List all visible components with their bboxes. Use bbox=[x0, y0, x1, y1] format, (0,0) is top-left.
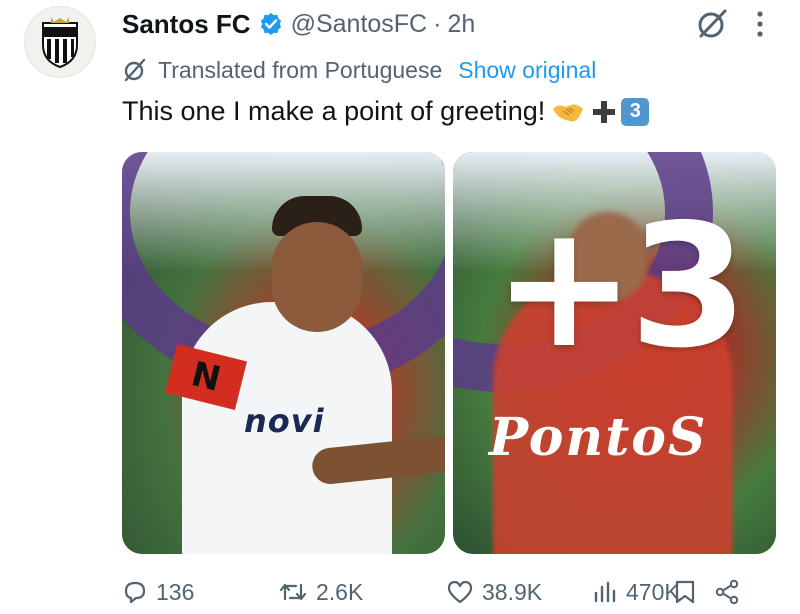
repost-icon bbox=[279, 583, 307, 601]
photo-player-celebration[interactable]: N novi bbox=[122, 152, 445, 554]
pontos-overlay: PontoS bbox=[489, 407, 708, 468]
avatar[interactable] bbox=[24, 6, 96, 78]
action-bar: 136 2.6K 38.9K 470K bbox=[122, 572, 776, 612]
media-gallery: N novi +3 PontoS bbox=[122, 152, 776, 554]
share-icon bbox=[715, 579, 739, 605]
reply-icon bbox=[124, 581, 146, 604]
plus-three-overlay: +3 bbox=[493, 188, 748, 386]
bookmark-button[interactable] bbox=[674, 579, 704, 605]
timestamp[interactable]: 2h bbox=[447, 10, 475, 39]
verified-badge-icon bbox=[259, 12, 283, 36]
translate-icon bbox=[122, 57, 148, 83]
santos-crest-icon bbox=[42, 17, 78, 69]
repost-count: 2.6K bbox=[316, 578, 364, 605]
player-head bbox=[272, 222, 362, 332]
views-chart-icon bbox=[594, 581, 616, 603]
tweet-text-body: This one I make a point of greeting! bbox=[122, 96, 546, 126]
show-original-link[interactable]: Show original bbox=[458, 57, 596, 84]
photo-three-points[interactable]: +3 PontoS bbox=[453, 152, 776, 554]
repost-button[interactable]: 2.6K bbox=[278, 579, 418, 606]
share-button[interactable] bbox=[714, 579, 748, 605]
views-count: 470K bbox=[626, 578, 680, 605]
reply-button[interactable]: 136 bbox=[122, 579, 282, 606]
heart-icon bbox=[447, 580, 473, 604]
grok-icon[interactable] bbox=[694, 6, 730, 42]
translation-notice: Translated from Portuguese Show original bbox=[122, 54, 596, 86]
author-name[interactable]: Santos FC bbox=[122, 9, 251, 40]
separator-dot: · bbox=[433, 9, 442, 38]
translation-label: Translated from Portuguese bbox=[158, 56, 443, 83]
tweet-text: This one I make a point of greeting! 3 bbox=[122, 96, 650, 127]
reply-count: 136 bbox=[156, 578, 195, 605]
more-options-icon[interactable] bbox=[748, 6, 772, 42]
like-count: 38.9K bbox=[482, 578, 543, 605]
plus-icon bbox=[591, 99, 617, 125]
jersey-sponsor: novi bbox=[244, 402, 325, 440]
like-button[interactable]: 38.9K bbox=[446, 579, 586, 606]
keycap-three-icon: 3 bbox=[621, 97, 650, 126]
tweet-header: Santos FC @SantosFC · 2h bbox=[122, 4, 776, 44]
author-handle[interactable]: @SantosFC bbox=[291, 10, 428, 39]
handshake-icon bbox=[551, 99, 585, 125]
bookmark-icon bbox=[675, 580, 695, 604]
